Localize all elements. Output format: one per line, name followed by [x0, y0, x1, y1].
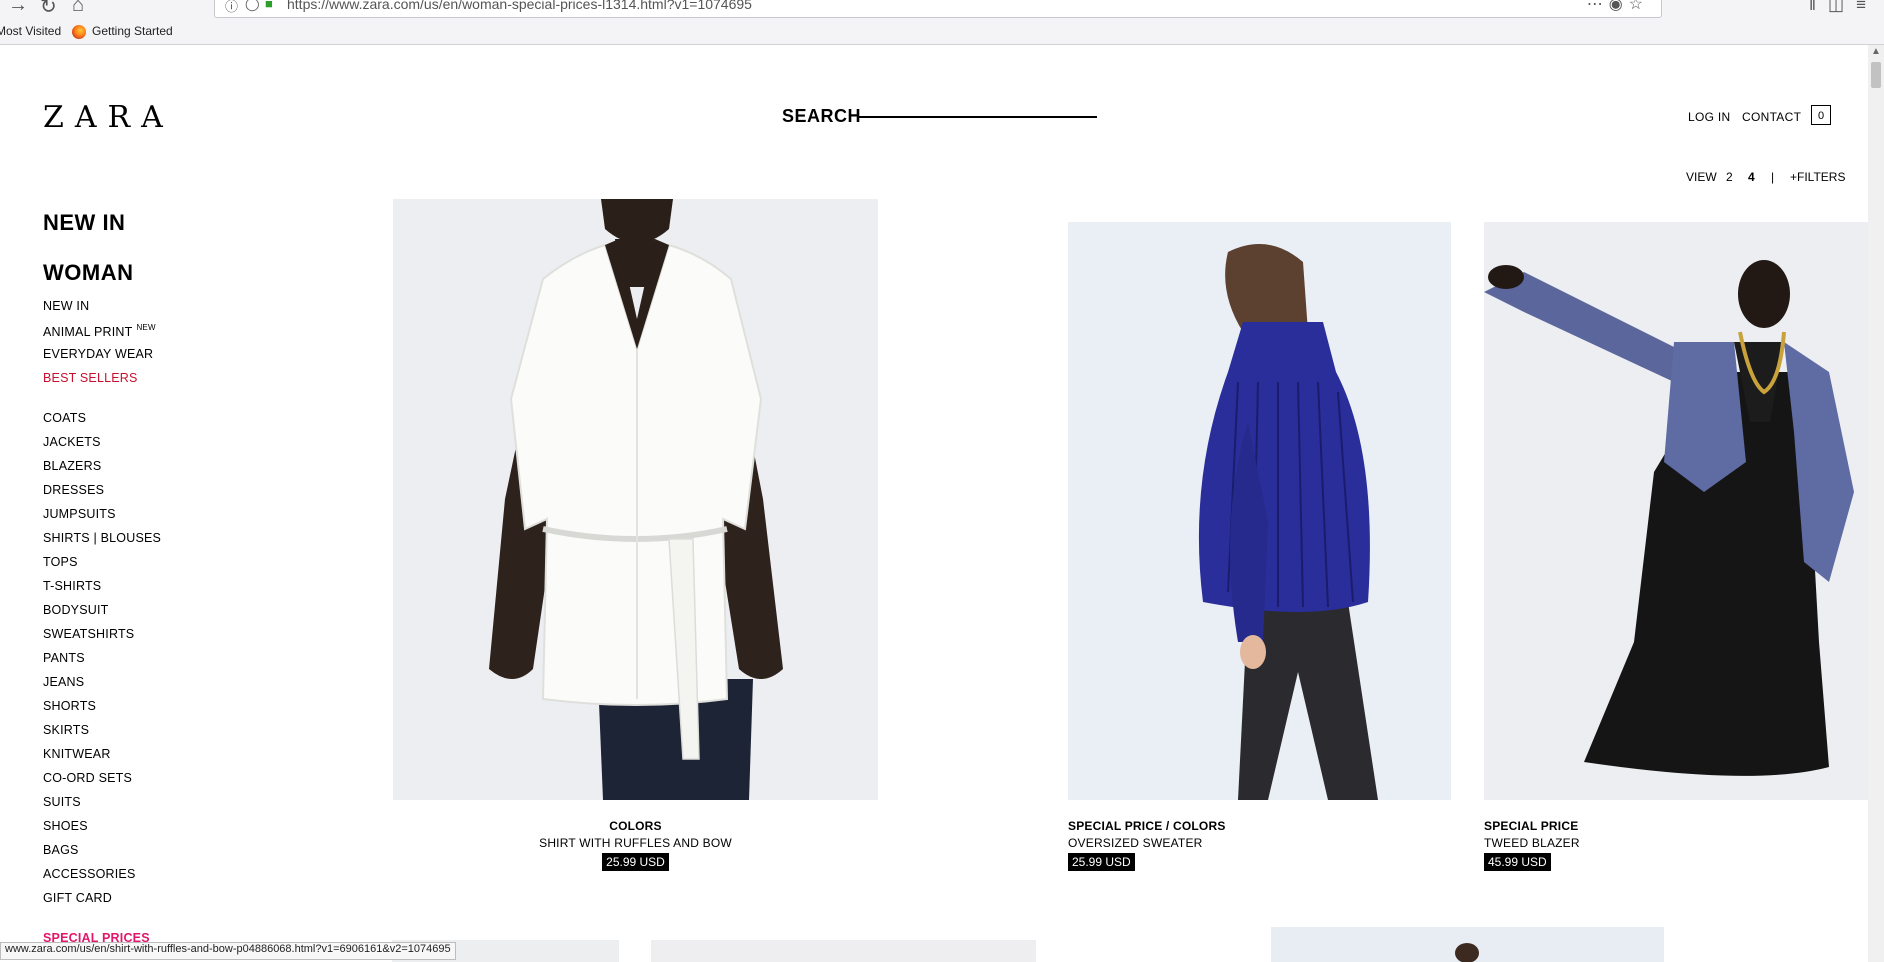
menu-item-bodysuit[interactable]: BODYSUIT [43, 603, 109, 617]
browser-toolbar: → ↻ ⌂ ⓘ ◯ ■ https://www.zara.com/us/en/w… [0, 0, 1884, 45]
menu-item-shirts-blouses[interactable]: SHIRTS | BLOUSES [43, 531, 161, 545]
menu-item-tops[interactable]: TOPS [43, 555, 78, 569]
product-tag: COLORS [609, 819, 662, 833]
menu-item-dresses[interactable]: DRESSES [43, 483, 104, 497]
product-name[interactable]: SHIRT WITH RUFFLES AND BOW [393, 836, 878, 850]
product-price: 45.99 USD [1484, 853, 1551, 871]
menu-icon[interactable]: ≡ [1856, 0, 1878, 14]
sweater-model-illustration [1198, 244, 1378, 800]
shield-icon[interactable]: ◯ [245, 0, 260, 12]
link-status-bar: www.zara.com/us/en/shirt-with-ruffles-an… [0, 942, 456, 960]
zara-logo[interactable]: ZARA [43, 100, 174, 135]
search-input[interactable] [858, 116, 1097, 118]
new-badge: NEW [136, 323, 156, 332]
product-price: 25.99 USD [1068, 853, 1135, 871]
login-link[interactable]: LOG IN [1688, 110, 1730, 124]
product-tag: SPECIAL PRICE [1484, 819, 1579, 833]
menu-item-co-ord-sets[interactable]: CO-ORD SETS [43, 771, 132, 785]
search-label[interactable]: SEARCH [782, 106, 861, 127]
shirt-model-illustration [489, 199, 783, 800]
product-card-sweater: SPECIAL PRICE / COLORS OVERSIZED SWEATER… [1068, 819, 1451, 871]
menu-item-animal-print[interactable]: ANIMAL PRINT NEW [43, 323, 156, 339]
cart-icon[interactable]: 0 [1811, 105, 1831, 125]
address-bar[interactable]: ⓘ ◯ ■ https://www.zara.com/us/en/woman-s… [214, 0, 1662, 18]
menu-item-new-in[interactable]: NEW IN [43, 299, 89, 313]
product-card-blazer: SPECIAL PRICE TWEED BLAZER 45.99 USD [1484, 819, 1868, 871]
view-option-2[interactable]: 2 [1726, 170, 1733, 184]
menu-item-shoes[interactable]: SHOES [43, 819, 88, 833]
home-icon[interactable]: ⌂ [72, 0, 84, 17]
product-name[interactable]: OVERSIZED SWEATER [1068, 836, 1451, 850]
product-card-shirt: COLORS SHIRT WITH RUFFLES AND BOW 25.99 … [393, 819, 878, 871]
blazer-model-illustration [1484, 260, 1854, 776]
product-price: 25.99 USD [602, 853, 669, 871]
library-icon[interactable]: ‖ [1809, 0, 1828, 14]
menu-item-shorts[interactable]: SHORTS [43, 699, 96, 713]
reload-icon[interactable]: ↻ [40, 0, 57, 19]
product-image-next-3[interactable] [1271, 927, 1664, 962]
menu-item-skirts[interactable]: SKIRTS [43, 723, 89, 737]
product-image-shirt[interactable] [393, 199, 878, 800]
lock-icon: ■ [265, 0, 273, 11]
url-text[interactable]: https://www.zara.com/us/en/woman-special… [287, 0, 752, 12]
product-name[interactable]: TWEED BLAZER [1484, 836, 1868, 850]
menu-item-jeans[interactable]: JEANS [43, 675, 84, 689]
menu-item-best-sellers[interactable]: BEST SELLERS [43, 371, 138, 385]
info-icon[interactable]: ⓘ [225, 0, 238, 15]
menu-item-suits[interactable]: SUITS [43, 795, 81, 809]
sidebar-icon[interactable]: ◫ [1828, 0, 1856, 14]
menu-item-blazers[interactable]: BLAZERS [43, 459, 101, 473]
bookmark-most-visited[interactable]: Most Visited [0, 24, 61, 38]
product-tag: SPECIAL PRICE / COLORS [1068, 819, 1226, 833]
firefox-icon [72, 25, 86, 39]
menu-item-label: ANIMAL PRINT [43, 325, 133, 339]
menu-item-jumpsuits[interactable]: JUMPSUITS [43, 507, 116, 521]
menu-item-t-shirts[interactable]: T-SHIRTS [43, 579, 101, 593]
filters-button[interactable]: +FILTERS [1790, 170, 1845, 184]
product-image-next-2[interactable] [651, 940, 1036, 962]
menu-item-knitwear[interactable]: KNITWEAR [43, 747, 111, 761]
menu-item-bags[interactable]: BAGS [43, 843, 79, 857]
menu-item-coats[interactable]: COATS [43, 411, 86, 425]
menu-heading-woman[interactable]: WOMAN [43, 260, 133, 286]
bookmark-star-icon[interactable]: ☆ [1629, 0, 1649, 13]
view-option-4[interactable]: 4 [1748, 170, 1755, 184]
contact-link[interactable]: CONTACT [1742, 110, 1801, 124]
menu-item-gift-card[interactable]: GIFT CARD [43, 891, 112, 905]
product-image-sweater[interactable] [1068, 222, 1451, 800]
menu-item-accessories[interactable]: ACCESSORIES [43, 867, 136, 881]
view-label: VIEW [1686, 170, 1717, 184]
page-scrollbar[interactable]: ▲ [1868, 44, 1884, 962]
page-actions-icon[interactable]: ⋯ [1587, 0, 1609, 13]
menu-item-sweatshirts[interactable]: SWEATSHIRTS [43, 627, 134, 641]
menu-item-pants[interactable]: PANTS [43, 651, 85, 665]
menu-heading-new-in[interactable]: NEW IN [43, 210, 125, 236]
forward-icon[interactable]: → [8, 0, 28, 17]
view-separator: | [1771, 170, 1775, 184]
menu-item-jackets[interactable]: JACKETS [43, 435, 101, 449]
product-image-blazer[interactable] [1484, 222, 1868, 800]
scroll-up-icon[interactable]: ▲ [1871, 46, 1881, 57]
bookmark-getting-started[interactable]: Getting Started [92, 24, 173, 38]
next-model-illustration [1455, 943, 1479, 962]
scroll-thumb[interactable] [1871, 62, 1881, 88]
pocket-icon[interactable]: ◉ [1609, 0, 1629, 13]
menu-item-everyday-wear[interactable]: EVERYDAY WEAR [43, 347, 153, 361]
